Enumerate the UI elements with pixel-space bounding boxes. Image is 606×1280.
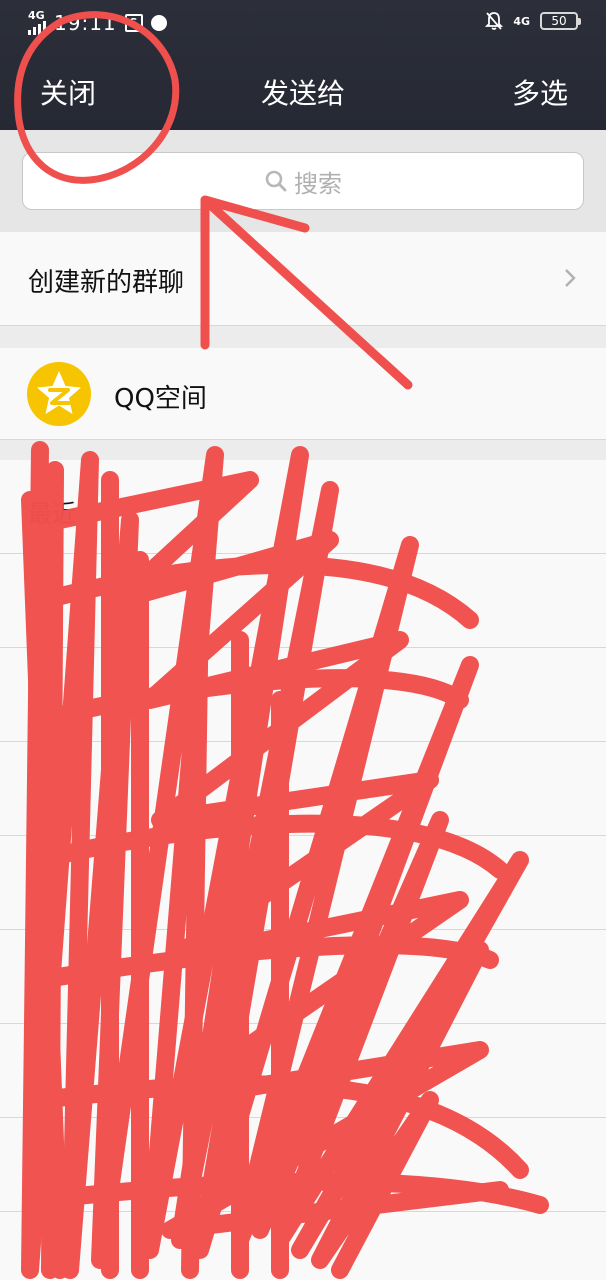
chevron-right-icon: [565, 269, 576, 287]
top-bar: 4G 19:11 S 4G 50 关闭 发送给 多选: [0, 0, 606, 130]
network-type-label: 4G: [28, 9, 45, 22]
recent-header: 最近: [0, 460, 606, 554]
multi-select-button[interactable]: 多选: [512, 72, 568, 112]
status-bar: 4G 19:11 S 4G 50: [0, 0, 606, 44]
list-item[interactable]: [0, 836, 606, 930]
search-icon: [265, 170, 287, 192]
nav-bar: 关闭 发送给 多选: [0, 56, 606, 124]
list-item[interactable]: [0, 1024, 606, 1118]
list-item[interactable]: [0, 648, 606, 742]
create-group-label: 创建新的群聊: [28, 268, 185, 298]
recent-label: 最近: [28, 500, 76, 528]
section-divider: [0, 440, 606, 460]
search-input[interactable]: 搜索: [22, 152, 584, 210]
status-right: 4G 50: [485, 11, 581, 31]
signal-group: 4G: [28, 10, 46, 35]
qzone-row[interactable]: QQ空间: [0, 348, 606, 440]
browser-notification-icon: [150, 14, 167, 31]
list-item[interactable]: [0, 1212, 606, 1280]
status-time: 19:11: [54, 10, 117, 35]
right-network-label: 4G: [513, 14, 530, 28]
create-group-row[interactable]: 创建新的群聊: [0, 232, 606, 326]
app-notification-icon: S: [124, 13, 143, 32]
list-item[interactable]: [0, 742, 606, 836]
screen: 4G 19:11 S 4G 50 关闭 发送给 多选 搜索 创建新的群聊 QQ空…: [0, 0, 606, 1280]
search-placeholder: 搜索: [294, 169, 342, 198]
search-area: 搜索: [0, 130, 606, 233]
battery-level: 50: [551, 14, 567, 28]
signal-icon: [28, 21, 46, 35]
list-item[interactable]: [0, 1118, 606, 1212]
list-item[interactable]: [0, 554, 606, 648]
qzone-label: QQ空间: [114, 384, 207, 414]
mute-bell-icon: [485, 12, 504, 30]
list-item[interactable]: [0, 930, 606, 1024]
qzone-star-icon: [27, 362, 91, 426]
battery-icon: 50: [540, 12, 581, 30]
status-left: 4G 19:11 S: [28, 10, 167, 35]
section-divider: [0, 326, 606, 348]
